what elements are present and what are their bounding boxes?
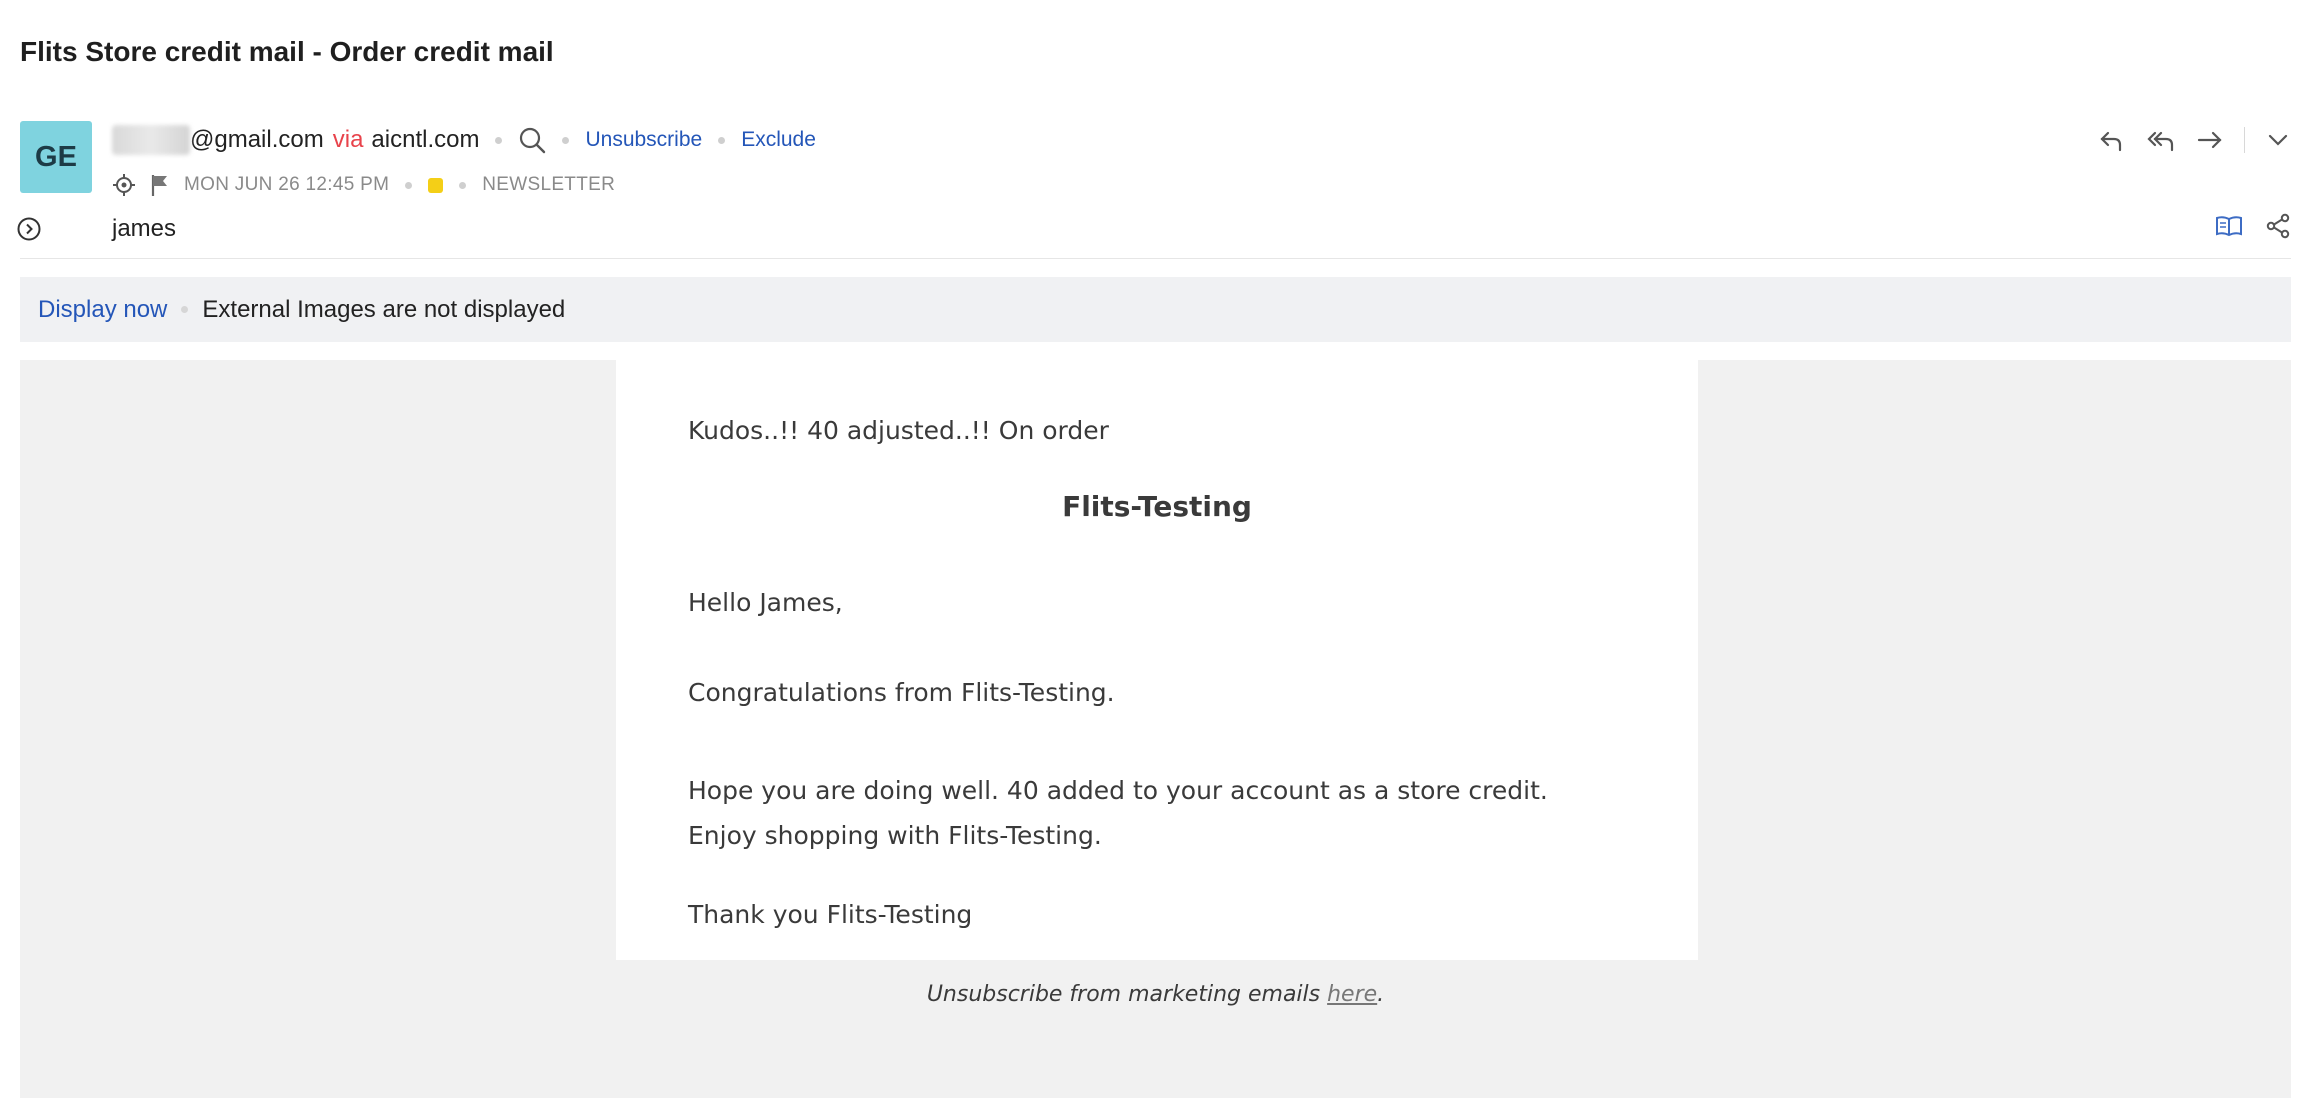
separator-dot	[459, 181, 467, 189]
display-now-link[interactable]: Display now	[38, 296, 167, 324]
separator-dot	[181, 306, 189, 313]
redacted-sender-name	[112, 125, 190, 155]
recipient-row: james	[16, 213, 176, 245]
body-congrats: Congratulations from Flits-Testing.	[688, 678, 1115, 707]
expand-circle-icon[interactable]	[16, 216, 42, 242]
separator-dot	[562, 136, 570, 144]
sender-email-domain[interactable]: @gmail.com	[190, 126, 324, 154]
forward-icon[interactable]	[2196, 126, 2224, 154]
category-label[interactable]: NEWSLETTER	[482, 174, 615, 196]
separator-dot	[718, 136, 726, 144]
reply-icon[interactable]	[2098, 126, 2126, 154]
body-brand-heading: Flits-Testing	[1062, 490, 1252, 523]
body-message: Hope you are doing well. 40 added to you…	[688, 776, 1548, 850]
separator-dot	[405, 181, 413, 189]
action-divider	[2244, 127, 2245, 153]
reply-all-icon[interactable]	[2146, 126, 2176, 154]
header-divider	[20, 258, 2291, 259]
external-images-banner: Display now External Images are not disp…	[20, 277, 2291, 342]
body-line-kudos: Kudos..!! 40 adjusted..!! On order	[688, 416, 1109, 445]
via-domain: aicntl.com	[371, 126, 480, 153]
email-body-area: Kudos..!! 40 adjusted..!! On order Flits…	[20, 360, 2291, 1098]
email-content-card: Kudos..!! 40 adjusted..!! On order Flits…	[616, 360, 1698, 960]
unsubscribe-here-link[interactable]: here	[1327, 982, 1377, 1007]
sender-row: @gmail.com via aicntl.com Unsubscribe Ex…	[112, 122, 816, 158]
email-subject: Flits Store credit mail - Order credit m…	[20, 36, 554, 67]
unsubscribe-footer: Unsubscribe from marketing emails here.	[20, 982, 2291, 1007]
sender-avatar: GE	[20, 121, 92, 193]
via-label: via	[332, 126, 364, 153]
unsubscribe-footer-text: Unsubscribe from marketing emails	[926, 982, 1328, 1007]
flag-icon[interactable]	[150, 173, 170, 197]
meta-row: MON JUN 26 12:45 PM NEWSLETTER	[112, 170, 615, 200]
book-icon[interactable]	[2215, 214, 2243, 238]
chevron-down-icon[interactable]	[2265, 127, 2291, 153]
separator-dot	[495, 136, 503, 144]
color-tag[interactable]	[428, 177, 444, 193]
body-closing: Thank you Flits-Testing	[688, 900, 973, 929]
search-icon[interactable]	[518, 126, 546, 154]
message-tools	[2215, 213, 2291, 239]
email-date: MON JUN 26 12:45 PM	[184, 174, 390, 195]
unsubscribe-footer-end: .	[1377, 982, 1385, 1007]
exclude-link[interactable]: Exclude	[741, 128, 816, 152]
unsubscribe-link[interactable]: Unsubscribe	[585, 128, 702, 152]
recipient-name[interactable]: james	[112, 215, 176, 243]
avatar-initials: GE	[35, 140, 77, 173]
message-actions	[2098, 122, 2291, 158]
body-greeting: Hello James,	[688, 588, 843, 617]
target-icon[interactable]	[112, 173, 136, 197]
share-icon[interactable]	[2265, 213, 2291, 239]
external-images-message: External Images are not displayed	[202, 295, 566, 323]
